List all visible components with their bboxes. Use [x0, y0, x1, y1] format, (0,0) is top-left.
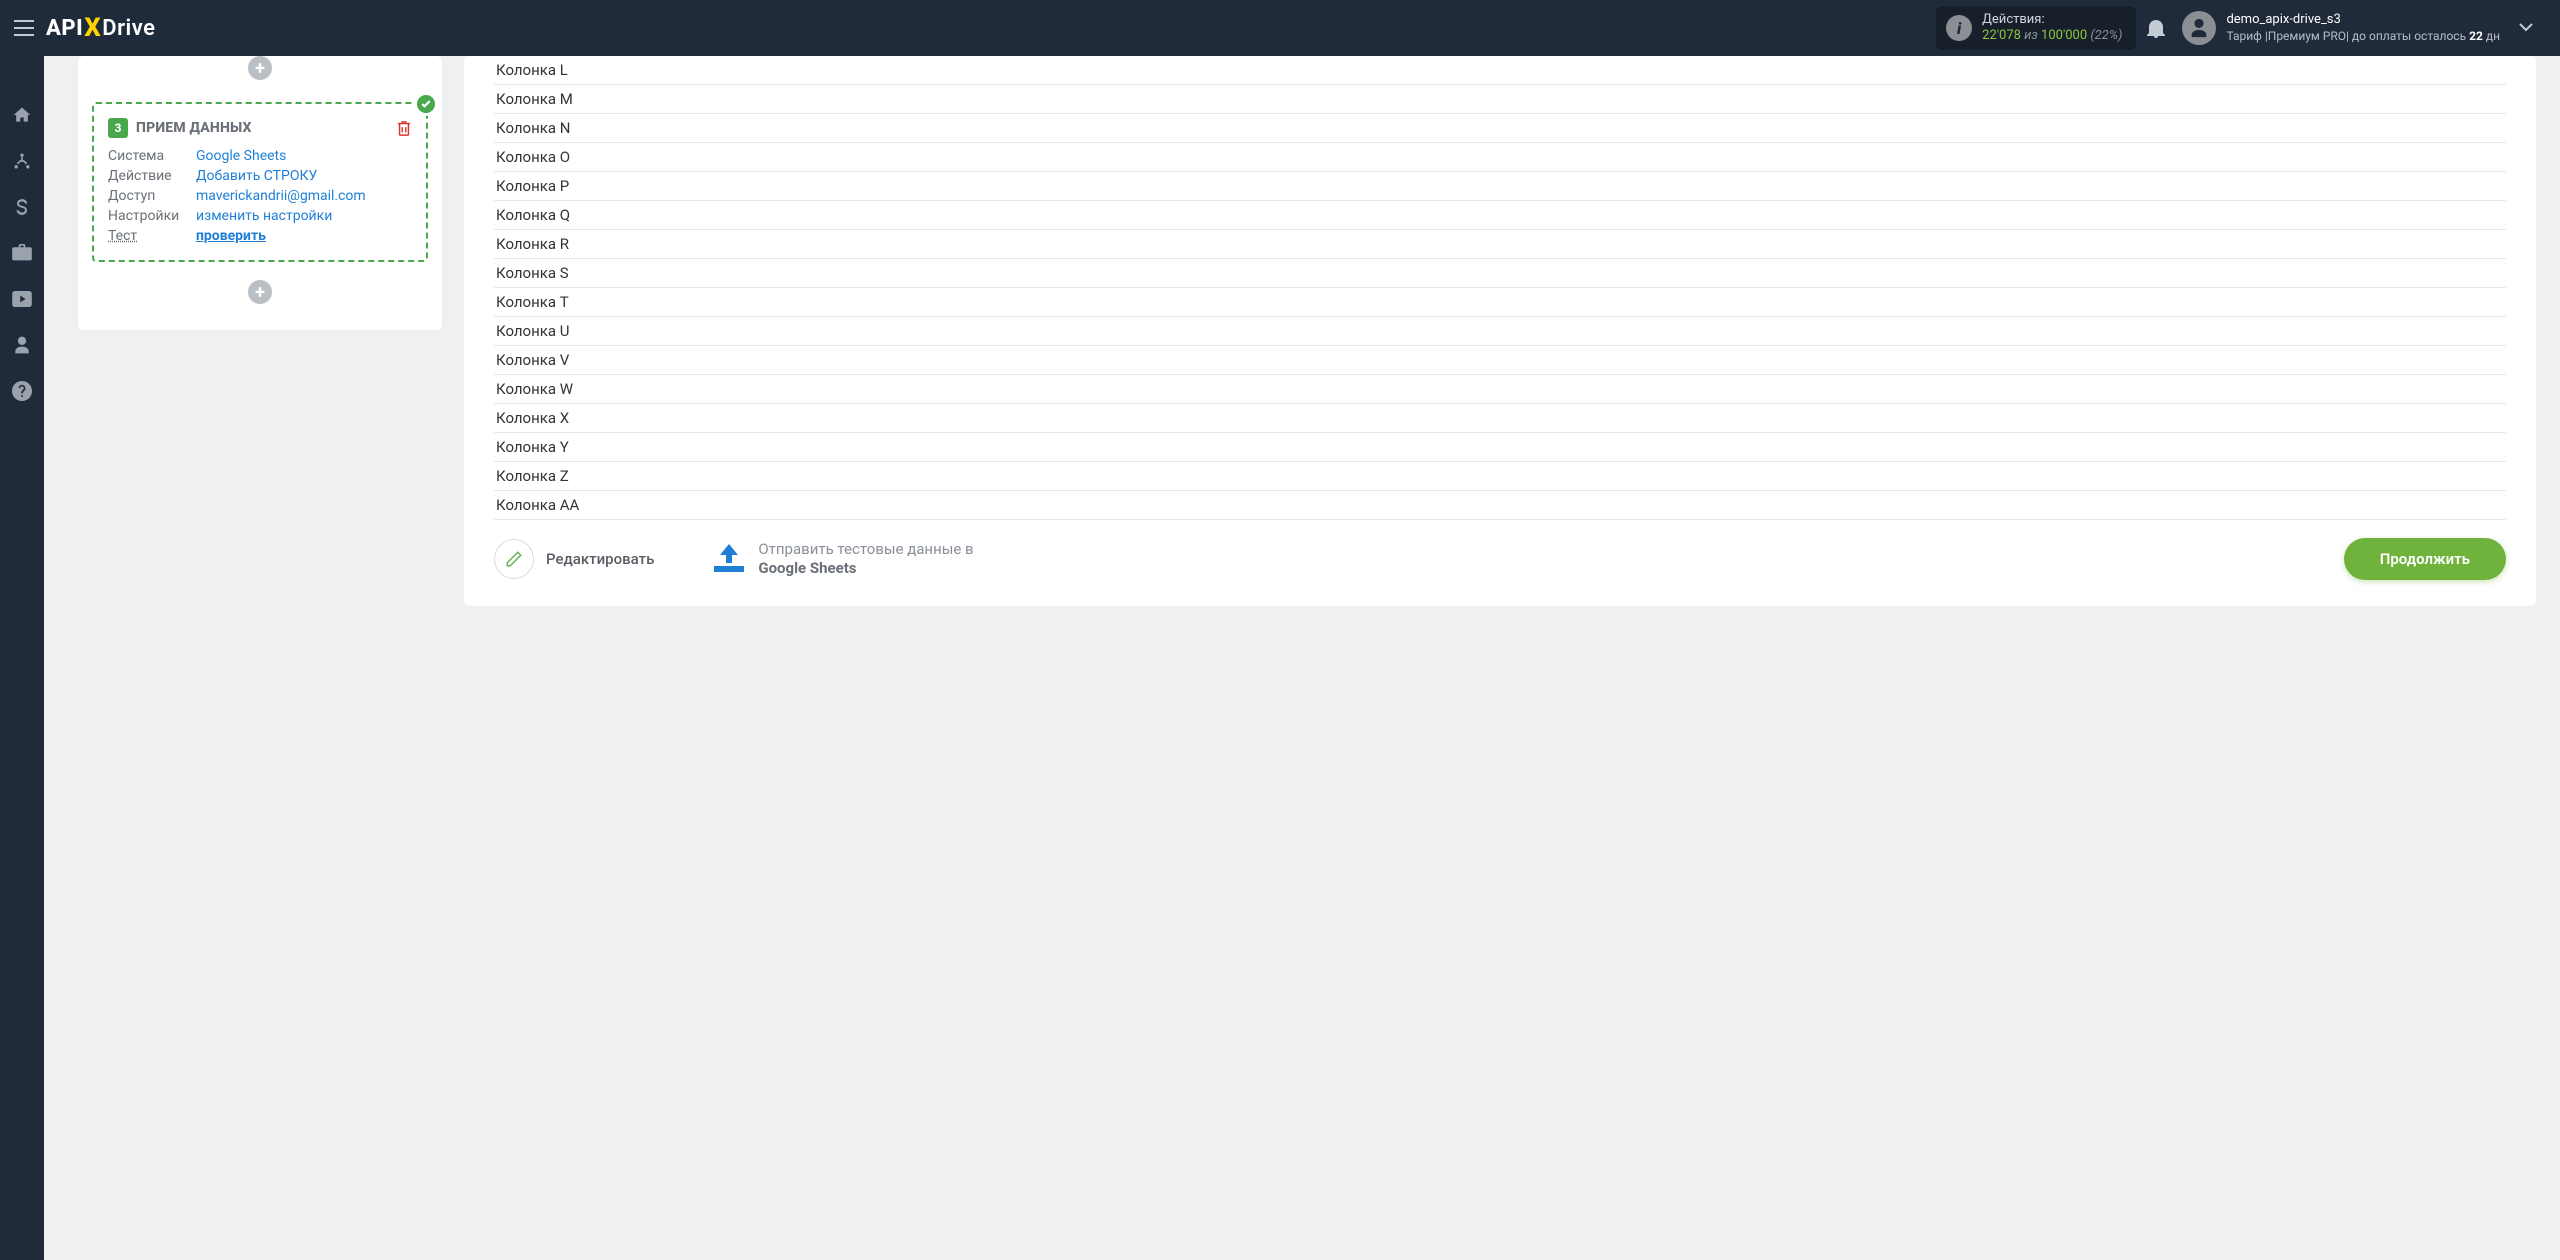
column-row[interactable]: Колонка V [494, 346, 2506, 375]
logo-api: API [46, 16, 83, 41]
column-row[interactable]: Колонка U [494, 317, 2506, 346]
edit-button[interactable]: Редактировать [494, 539, 654, 579]
sidebar [0, 56, 44, 1260]
send-test-label: Отправить тестовые данные в Google Sheet… [758, 540, 978, 578]
add-step-bottom-button[interactable]: + [248, 280, 272, 304]
logo-x-icon: X [84, 13, 101, 43]
pencil-icon [494, 539, 534, 579]
access-link[interactable]: maverickandrii@gmail.com [196, 188, 366, 204]
column-row[interactable]: Колонка Z [494, 462, 2506, 491]
edit-label: Редактировать [546, 550, 654, 568]
continue-button[interactable]: Продолжить [2344, 538, 2506, 580]
user-text: demo_apix-drive_s3 Тариф |Премиум PRO| д… [2226, 12, 2500, 43]
info-icon: i [1946, 15, 1972, 41]
logo-drive: Drive [102, 16, 155, 41]
step-title: ПРИЕМ ДАННЫХ [136, 120, 252, 136]
action-link[interactable]: Добавить СТРОКУ [196, 168, 317, 184]
column-row[interactable]: Колонка S [494, 259, 2506, 288]
column-row[interactable]: Колонка M [494, 85, 2506, 114]
system-link[interactable]: Google Sheets [196, 148, 286, 164]
column-row[interactable]: Колонка L [494, 56, 2506, 85]
bell-icon[interactable] [2136, 18, 2176, 38]
sidebar-youtube-icon[interactable] [0, 278, 44, 320]
sidebar-help-icon[interactable] [0, 370, 44, 412]
user-menu[interactable]: demo_apix-drive_s3 Тариф |Премиум PRO| д… [2182, 11, 2500, 45]
column-row[interactable]: Колонка R [494, 230, 2506, 259]
sidebar-connections-icon[interactable] [0, 140, 44, 182]
column-row[interactable]: Колонка O [494, 143, 2506, 172]
column-row[interactable]: Колонка Y [494, 433, 2506, 462]
actions-counter[interactable]: i Действия: 22'078 из 100'000 (22%) [1936, 6, 2136, 49]
hamburger-icon[interactable] [6, 10, 42, 46]
send-test-button[interactable]: Отправить тестовые данные в Google Sheet… [712, 540, 978, 578]
actions-text: Действия: 22'078 из 100'000 (22%) [1982, 12, 2122, 43]
chevron-down-icon[interactable] [2508, 23, 2544, 33]
sidebar-briefcase-icon[interactable] [0, 232, 44, 274]
avatar-icon [2182, 11, 2216, 45]
sidebar-billing-icon[interactable] [0, 186, 44, 228]
test-label: Тест [108, 228, 196, 244]
test-link[interactable]: проверить [196, 228, 266, 244]
check-icon [414, 92, 438, 116]
workflow-panel: + 3 ПРИЕМ ДАННЫХ Си [78, 56, 442, 330]
mapping-panel: Колонка LКолонка MКолонка NКолонка OКоло… [464, 56, 2536, 606]
step-card[interactable]: 3 ПРИЕМ ДАННЫХ Система Google Sheets Дей… [92, 102, 428, 262]
action-label: Действие [108, 168, 196, 184]
step-number: 3 [108, 118, 128, 138]
logo[interactable]: API X Drive [46, 13, 155, 43]
column-row[interactable]: Колонка X [494, 404, 2506, 433]
column-row[interactable]: Колонка Q [494, 201, 2506, 230]
settings-label: Настройки [108, 208, 196, 224]
settings-link[interactable]: изменить настройки [196, 208, 332, 224]
column-row[interactable]: Колонка W [494, 375, 2506, 404]
upload-icon [712, 544, 746, 574]
add-step-top-button[interactable]: + [248, 56, 272, 80]
top-header: API X Drive i Действия: 22'078 из 100'00… [0, 0, 2560, 56]
column-list: Колонка LКолонка MКолонка NКолонка OКоло… [494, 56, 2506, 520]
sidebar-home-icon[interactable] [0, 94, 44, 136]
column-row[interactable]: Колонка AA [494, 491, 2506, 520]
column-row[interactable]: Колонка P [494, 172, 2506, 201]
access-label: Доступ [108, 188, 196, 204]
column-row[interactable]: Колонка T [494, 288, 2506, 317]
column-row[interactable]: Колонка N [494, 114, 2506, 143]
trash-icon[interactable] [396, 120, 412, 136]
sidebar-user-icon[interactable] [0, 324, 44, 366]
system-label: Система [108, 148, 196, 164]
